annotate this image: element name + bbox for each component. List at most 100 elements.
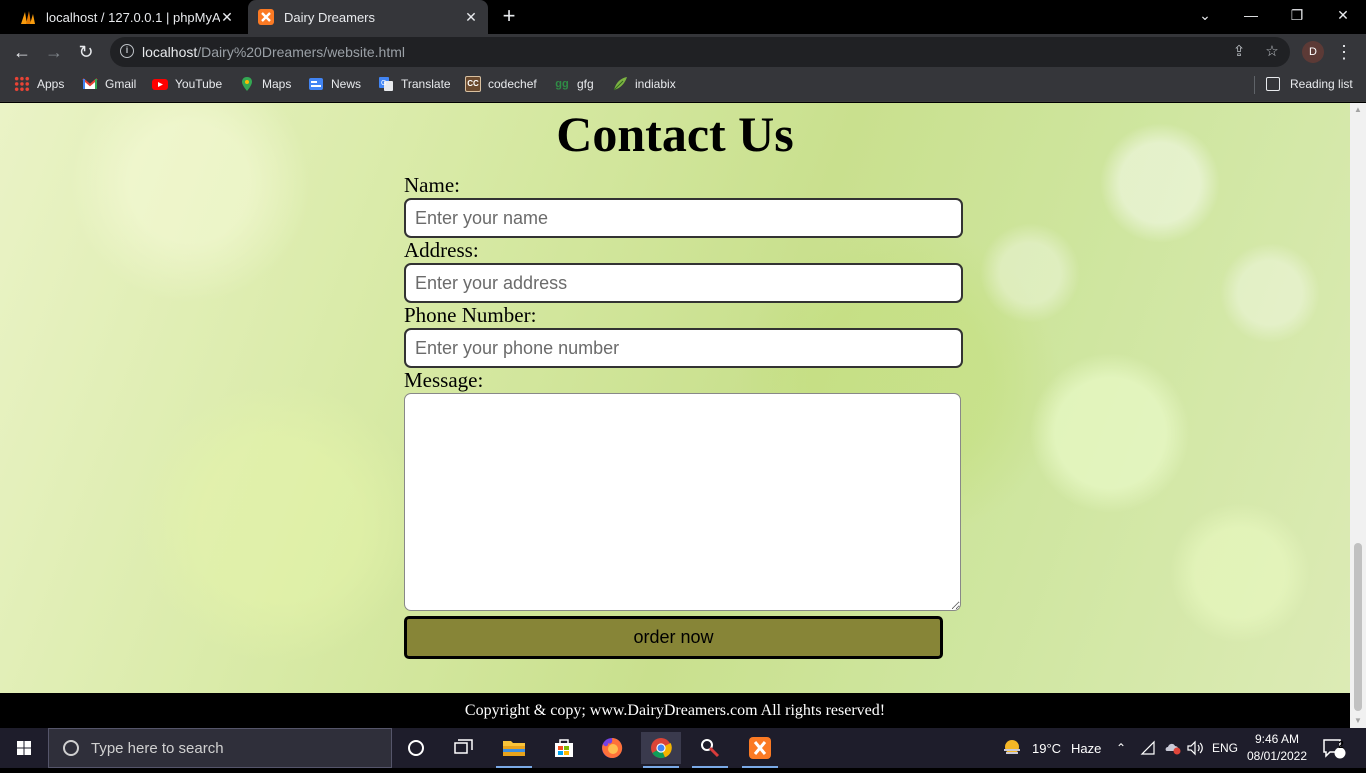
search-icon [63, 740, 79, 756]
bookmark-indiabix[interactable]: indiabix [612, 70, 676, 98]
search-placeholder: Type here to search [91, 739, 224, 757]
bookmark-label: gfg [577, 77, 594, 91]
xampp-taskbar-icon[interactable] [740, 732, 780, 768]
haze-weather-icon [1004, 740, 1020, 754]
close-tab-icon[interactable]: ✕ [218, 8, 236, 26]
bookmark-label: Apps [37, 77, 65, 91]
share-icon[interactable]: ⇪ [1229, 42, 1249, 62]
bookmark-gmail[interactable]: Gmail [82, 70, 136, 98]
bookmarks-bar: Apps Gmail YouTube Maps News G Translate… [0, 70, 1366, 102]
scrollbar-thumb[interactable] [1354, 543, 1362, 711]
bookmark-news[interactable]: News [308, 70, 361, 98]
reading-list-button[interactable]: Reading list [1266, 70, 1353, 98]
gfg-icon: ɡɡ [555, 78, 569, 90]
windows-taskbar: Type here to search 19°C Haze ⌃ ENG 9:46… [0, 728, 1366, 768]
bookmark-star-icon[interactable]: ☆ [1262, 42, 1282, 62]
codechef-icon: CC [465, 76, 481, 92]
bookmarks-divider [1254, 76, 1255, 94]
phone-input[interactable] [404, 328, 963, 368]
address-label: Address: [404, 238, 479, 262]
tab-title: Dairy Dreamers [284, 9, 376, 25]
scroll-up-icon[interactable]: ▲ [1350, 103, 1366, 117]
tab-title: localhost / 127.0.0.1 | phpMyAdmin [46, 9, 220, 25]
page-footer: Copyright & copy; www.DairyDreamers.com … [0, 693, 1350, 728]
name-label: Name: [404, 173, 460, 197]
page-title: Contact Us [556, 106, 794, 162]
file-explorer-icon[interactable] [494, 732, 534, 768]
show-hidden-icons[interactable]: ⌃ [1116, 728, 1126, 768]
system-clock[interactable]: 9:46 AM 08/01/2022 [1244, 731, 1310, 765]
youtube-icon [152, 76, 168, 92]
browser-toolbar: ← → ↻ i localhost/Dairy%20Dreamers/websi… [0, 34, 1366, 70]
firefox-icon[interactable] [592, 732, 632, 764]
reading-list-icon [1266, 77, 1280, 91]
phone-label: Phone Number: [404, 303, 537, 327]
volume-icon[interactable] [1186, 728, 1204, 768]
scroll-down-icon[interactable]: ▼ [1350, 714, 1366, 728]
tab-search-icon[interactable]: ⌄ [1182, 0, 1228, 32]
bookmark-label: Maps [262, 77, 292, 91]
page-viewport: Contact Us Name: Address: Phone Number: … [0, 103, 1350, 693]
close-window-button[interactable]: ✕ [1320, 0, 1366, 32]
close-tab-icon[interactable]: ✕ [462, 8, 480, 26]
notification-count: 2 [1338, 740, 1344, 751]
browser-menu-icon[interactable]: ⋮ [1334, 38, 1354, 66]
contact-form: Name: Address: Phone Number: Message: or… [404, 173, 964, 659]
weather-temp: 19°C [1032, 740, 1062, 756]
name-input[interactable] [404, 198, 963, 238]
bookmark-codechef[interactable]: CC codechef [465, 70, 537, 98]
phpmyadmin-icon [20, 9, 36, 25]
news-icon [308, 76, 324, 92]
onedrive-icon[interactable] [1164, 728, 1182, 768]
taskbar-search[interactable]: Type here to search [48, 728, 392, 768]
minimize-button[interactable]: — [1228, 0, 1274, 32]
weather-condition: Haze [1071, 740, 1102, 756]
task-view-icon[interactable] [444, 732, 484, 764]
bookmark-label: codechef [488, 77, 537, 91]
svg-text:G: G [381, 80, 386, 87]
indiabix-icon [612, 76, 628, 92]
url-text[interactable]: localhost/Dairy%20Dreamers/website.html [142, 44, 405, 60]
tab-strip: localhost / 127.0.0.1 | phpMyAdmin ✕ Dai… [0, 0, 1366, 34]
tab-dairy-dreamers[interactable]: Dairy Dreamers ✕ [248, 0, 488, 34]
maps-icon [239, 76, 255, 92]
reading-list-label: Reading list [1290, 77, 1353, 91]
xampp-icon [258, 9, 274, 25]
page-scrollbar[interactable]: ▲ ▼ [1350, 103, 1366, 728]
bookmark-label: News [331, 77, 362, 91]
apps-icon [14, 76, 30, 92]
new-tab-button[interactable]: + [498, 5, 520, 28]
notification-center-icon[interactable]: 2 [1322, 728, 1346, 768]
message-textarea[interactable] [404, 393, 961, 611]
network-icon[interactable] [1140, 728, 1156, 768]
bookmark-label: indiabix [635, 77, 676, 91]
microsoft-store-icon[interactable] [544, 732, 584, 764]
bookmark-gfg[interactable]: ɡɡ gfg [554, 70, 594, 98]
windows-logo-icon [17, 741, 31, 755]
tab-phpmyadmin[interactable]: localhost / 127.0.0.1 | phpMyAdmin ✕ [12, 0, 244, 34]
address-bar[interactable]: i localhost/Dairy%20Dreamers/website.htm… [110, 37, 1290, 67]
url-host: localhost [142, 44, 198, 60]
bookmark-apps[interactable]: Apps [14, 70, 64, 98]
site-info-icon[interactable]: i [120, 44, 134, 58]
back-button[interactable]: ← [8, 38, 36, 66]
weather-widget[interactable]: 19°C Haze [1002, 728, 1101, 768]
cortana-icon[interactable] [396, 732, 436, 764]
restore-button[interactable]: ❐ [1274, 0, 1320, 32]
snipping-tool-icon[interactable] [690, 732, 730, 768]
start-button[interactable] [0, 728, 48, 768]
bookmark-maps[interactable]: Maps [239, 70, 291, 98]
clock-time: 9:46 AM [1254, 732, 1300, 746]
bookmark-translate[interactable]: G Translate [378, 70, 451, 98]
bookmark-youtube[interactable]: YouTube [152, 70, 222, 98]
language-indicator[interactable]: ENG [1212, 728, 1238, 768]
profile-avatar[interactable]: D [1302, 41, 1324, 63]
chrome-icon[interactable] [641, 732, 681, 768]
address-input[interactable] [404, 263, 963, 303]
clock-date: 08/01/2022 [1246, 749, 1308, 763]
order-now-button[interactable]: order now [404, 616, 943, 659]
reload-button[interactable]: ↻ [72, 38, 100, 66]
forward-button[interactable]: → [40, 38, 68, 66]
translate-icon: G [378, 76, 394, 92]
bookmark-label: YouTube [175, 77, 223, 91]
